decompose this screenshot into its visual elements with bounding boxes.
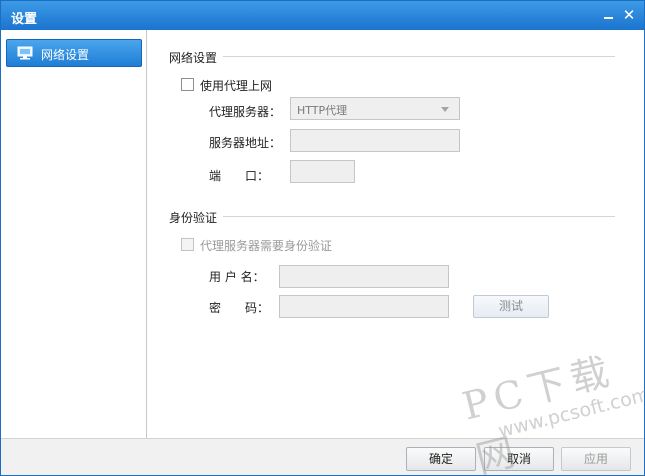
settings-window: 设置 ✕ 网络设置 网络设置 使用代理上网 代理服务器： HTTP代理 服务器地… xyxy=(0,0,645,476)
test-button[interactable]: 测试 xyxy=(473,295,549,318)
title-bar[interactable]: 设置 ✕ xyxy=(1,1,644,30)
password-label: 密 码： xyxy=(209,301,270,315)
port-input[interactable] xyxy=(290,160,355,183)
require-auth-checkbox[interactable] xyxy=(181,238,194,251)
minimize-icon[interactable] xyxy=(601,7,617,23)
server-address-label: 服务器地址： xyxy=(209,136,282,150)
section-divider xyxy=(223,216,615,217)
use-proxy-label: 使用代理上网 xyxy=(200,79,273,93)
server-address-input[interactable] xyxy=(290,129,460,152)
server-type-label: 代理服务器： xyxy=(209,105,282,119)
use-proxy-checkbox[interactable] xyxy=(181,78,194,91)
port-label: 端 口： xyxy=(209,169,270,183)
proxy-type-select[interactable]: HTTP代理 xyxy=(290,97,460,120)
ok-button[interactable]: 确定 xyxy=(406,447,476,471)
sidebar-item-network-settings[interactable]: 网络设置 xyxy=(6,39,142,67)
password-input[interactable] xyxy=(279,295,449,318)
sidebar: 网络设置 xyxy=(1,30,147,438)
username-input[interactable] xyxy=(279,265,449,288)
network-computer-icon xyxy=(17,46,33,60)
auth-section-title: 身份验证 xyxy=(169,211,218,225)
proxy-section-title: 网络设置 xyxy=(169,51,218,65)
chevron-down-icon xyxy=(441,107,449,112)
section-divider xyxy=(223,56,615,57)
require-auth-label: 代理服务器需要身份验证 xyxy=(200,239,333,253)
window-title: 设置 xyxy=(11,12,38,27)
username-label: 用 户 名： xyxy=(209,270,265,284)
proxy-type-value: HTTP代理 xyxy=(297,104,348,117)
sidebar-item-label: 网络设置 xyxy=(41,48,90,62)
close-icon[interactable]: ✕ xyxy=(621,7,637,23)
